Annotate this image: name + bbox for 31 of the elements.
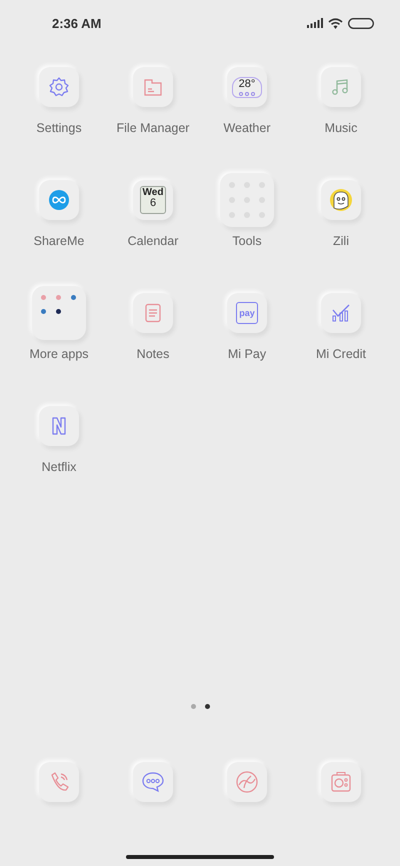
app-label[interactable]: Notes (136, 347, 170, 361)
settings-icon[interactable] (48, 76, 70, 98)
app-label[interactable]: Settings (36, 121, 82, 135)
app-label[interactable]: Netflix (42, 460, 76, 474)
app-label[interactable]: Tools (232, 234, 262, 248)
folder-icon[interactable] (32, 286, 86, 340)
app-label[interactable]: File Manager (116, 121, 190, 135)
weather-icon[interactable]: 28° (232, 76, 262, 98)
smiley-icon[interactable] (329, 188, 353, 212)
app-label[interactable]: Zili (333, 234, 349, 248)
calendar-icon[interactable]: Wed 6 (140, 186, 166, 214)
camera-icon[interactable] (329, 770, 353, 794)
folder-icon[interactable] (220, 173, 274, 227)
page-indicator-dot[interactable] (204, 704, 210, 709)
page-indicator-dot[interactable] (190, 704, 196, 709)
app-label[interactable]: Mi Pay (228, 347, 266, 361)
battery-icon (348, 18, 374, 28)
signal-icon (307, 18, 323, 28)
wifi-icon (328, 18, 343, 28)
status-time: 2:36 AM (52, 16, 102, 30)
infinity-icon[interactable] (48, 189, 70, 211)
chart-check-icon[interactable] (330, 302, 352, 324)
app-label[interactable]: Mi Credit (316, 347, 366, 361)
app-label[interactable]: More apps (29, 347, 89, 361)
app-label[interactable]: Weather (223, 121, 270, 135)
app-label[interactable]: ShareMe (34, 234, 84, 248)
browser-icon[interactable] (235, 770, 259, 794)
chat-bubble-icon[interactable] (141, 770, 165, 794)
app-label[interactable]: Music (324, 121, 358, 135)
app-label[interactable]: Calendar (128, 234, 178, 248)
pay-icon[interactable]: pay (236, 302, 258, 324)
